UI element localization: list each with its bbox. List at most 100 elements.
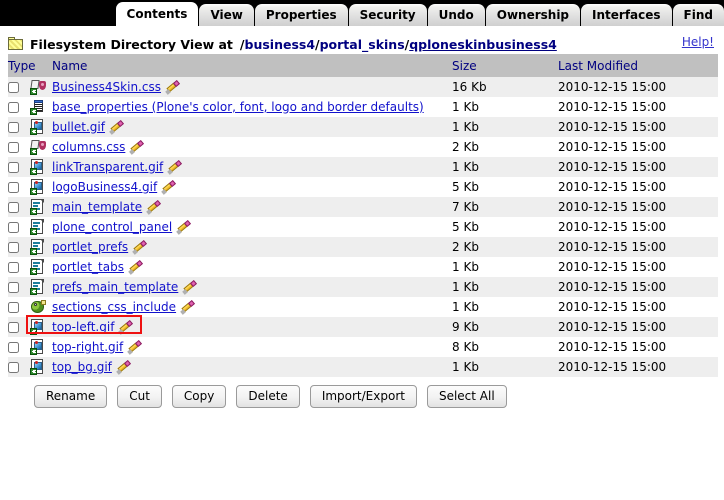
image-file-icon [30,319,46,335]
row-checkbox[interactable] [8,142,19,153]
row-modified-cell: 2010-12-15 15:00 [558,337,718,357]
edit-pencil-icon[interactable] [182,279,198,295]
table-row: linkTransparent.gif 1 Kb 2010-12-15 15:00 [8,157,718,177]
delete-button[interactable]: Delete [236,385,300,408]
edit-pencil-icon[interactable] [128,259,143,275]
row-checkbox[interactable] [8,162,19,173]
file-link[interactable]: Business4Skin.css [52,80,161,94]
row-modified-cell: 2010-12-15 15:00 [558,277,718,297]
page-header: Filesystem Directory View at /business4/… [0,26,724,54]
file-name-group: linkTransparent.gif [52,159,183,175]
tab-interfaces[interactable]: Interfaces [581,4,672,26]
tab-undo[interactable]: Undo [427,4,485,26]
file-link[interactable]: bullet.gif [52,120,105,134]
row-checkbox[interactable] [8,182,19,193]
action-button-bar: Rename Cut Copy Delete Import/Export Select A… [0,377,724,414]
breadcrumb-segment-portal-skins[interactable]: portal_skins [320,37,405,52]
row-type-icon-cell [30,237,52,257]
edit-pencil-icon[interactable] [176,219,192,235]
breadcrumb-segment-business4[interactable]: business4 [245,37,316,52]
column-header-size[interactable]: Size [452,54,558,77]
row-checkbox[interactable] [8,202,19,213]
row-select-cell [8,337,30,357]
row-type-icon-cell [30,277,52,297]
file-link[interactable]: main_template [52,200,142,214]
help-link[interactable]: Help! [682,35,714,49]
row-modified-cell: 2010-12-15 15:00 [558,137,718,157]
script-file-icon [30,299,46,315]
file-link[interactable]: top-left.gif [52,320,114,334]
edit-pencil-icon[interactable] [165,79,181,95]
tab-find[interactable]: Find [672,4,724,26]
copy-button[interactable]: Copy [171,385,227,408]
row-checkbox[interactable] [8,302,19,313]
table-row: Business4Skin.css 16 Kb 2010-12-15 15:00 [8,77,718,97]
row-size-cell: 1 Kb [452,297,558,317]
import-export-button[interactable]: Import/Export [309,385,417,408]
row-name-cell: top-right.gif [52,337,452,357]
row-name-cell: columns.css [52,137,452,157]
row-name-cell: bullet.gif [52,117,452,137]
file-link[interactable]: prefs_main_template [52,280,178,294]
edit-pencil-icon[interactable] [116,359,131,375]
row-modified-cell: 2010-12-15 15:00 [558,297,718,317]
cut-button[interactable]: Cut [117,385,162,408]
row-type-icon-cell [30,317,52,337]
file-link[interactable]: portlet_tabs [52,260,124,274]
tab-view[interactable]: View [199,4,254,26]
file-link[interactable]: top-right.gif [52,340,123,354]
column-header-type[interactable]: Type [8,54,52,77]
select-all-button[interactable]: Select All [426,385,507,408]
file-link[interactable]: base_properties (Plone's color, font, lo… [52,100,424,115]
column-header-name[interactable]: Name [52,54,452,77]
edit-pencil-icon[interactable] [118,319,134,335]
file-link[interactable]: sections_css_include [52,300,176,314]
row-size-cell: 2 Kb [452,137,558,157]
template-file-icon [30,259,46,275]
row-size-cell: 1 Kb [452,257,558,277]
row-checkbox[interactable] [8,222,19,233]
file-link[interactable]: plone_control_panel [52,220,172,234]
row-size-cell: 5 Kb [452,217,558,237]
tab-security[interactable]: Security [348,4,427,26]
row-name-cell: top-left.gif [26,315,452,337]
edit-pencil-icon[interactable] [129,139,145,155]
table-row: portlet_tabs 1 Kb 2010-12-15 15:00 [8,257,718,277]
row-checkbox[interactable] [8,82,19,93]
edit-pencil-icon[interactable] [127,339,143,355]
row-checkbox[interactable] [8,362,19,373]
row-modified-cell: 2010-12-15 15:00 [558,197,718,217]
row-size-cell: 5 Kb [452,177,558,197]
rename-button[interactable]: Rename [34,385,108,408]
row-checkbox[interactable] [8,122,19,133]
edit-pencil-icon[interactable] [109,119,124,135]
row-type-icon-cell [30,77,52,97]
file-link[interactable]: portlet_prefs [52,240,128,254]
edit-pencil-icon[interactable] [161,179,177,195]
file-name-group: portlet_tabs [52,259,143,275]
tab-ownership[interactable]: Ownership [485,4,581,26]
file-link[interactable]: logoBusiness4.gif [52,180,157,194]
column-header-last-modified[interactable]: Last Modified [558,54,718,77]
row-checkbox[interactable] [8,322,19,333]
row-name-cell: top_bg.gif [52,357,452,377]
file-name-group: columns.css [52,139,145,155]
row-checkbox[interactable] [8,262,19,273]
tab-properties[interactable]: Properties [254,4,348,26]
row-name-cell: logoBusiness4.gif [52,177,452,197]
row-checkbox[interactable] [8,282,19,293]
row-select-cell [8,297,30,317]
edit-pencil-icon[interactable] [132,239,148,255]
row-checkbox[interactable] [8,242,19,253]
row-checkbox[interactable] [8,102,19,113]
row-checkbox[interactable] [8,342,19,353]
file-link[interactable]: top_bg.gif [52,360,112,374]
breadcrumb-segment-current[interactable]: qploneskinbusiness4 [409,37,557,52]
tab-contents[interactable]: Contents [115,2,199,26]
row-select-cell [8,357,30,377]
edit-pencil-icon[interactable] [146,199,162,215]
file-link[interactable]: linkTransparent.gif [52,160,163,174]
edit-pencil-icon[interactable] [167,159,183,175]
file-link[interactable]: columns.css [52,140,125,154]
edit-pencil-icon[interactable] [180,299,196,315]
